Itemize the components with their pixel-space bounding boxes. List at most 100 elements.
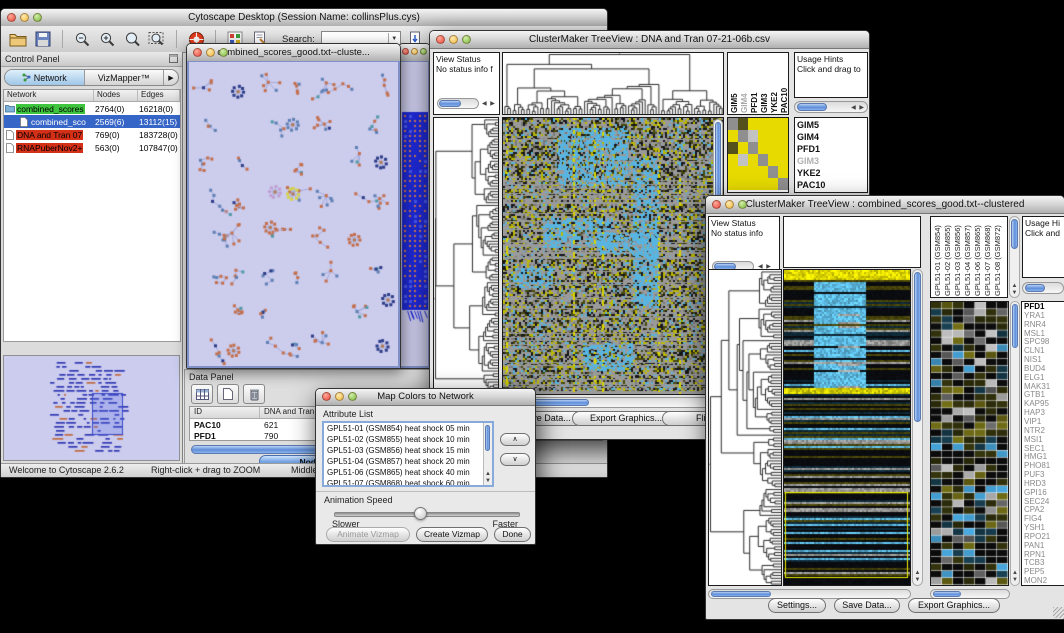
close-icon[interactable] [193,48,202,57]
zoom-cell[interactable] [778,178,788,190]
zoom-cell[interactable] [778,142,788,154]
treeview-combined-titlebar[interactable]: ClusterMaker TreeView : combined_scores_… [706,196,1064,214]
close-icon[interactable] [436,35,445,44]
move-up-button[interactable]: ∧ [500,433,530,446]
row-label[interactable]: YKE2 [795,167,867,179]
attribute-item[interactable]: GPL51-07 (GSM868) heat shock 60 min [324,478,492,487]
scroll-down-icon[interactable]: ▼ [1011,577,1019,583]
zoom-h-scrollbar[interactable] [1022,282,1064,294]
network-canvas[interactable] [189,62,400,367]
tab-vizmapper[interactable]: VizMapper™ [85,70,165,85]
close-icon[interactable] [712,200,721,209]
row-label[interactable]: GIM3 [795,155,867,167]
global-heatmap[interactable] [783,269,911,586]
zoom-cell[interactable] [758,178,768,190]
zoom-v-scrollbar[interactable]: ▲ ▼ [1010,301,1020,586]
save-data-button[interactable]: Save Data... [834,598,900,613]
collabel-v-scrollbar[interactable]: ▲ ▼ [1009,216,1020,298]
attribute-item[interactable]: GPL51-06 (GSM865) heat shock 40 min [324,467,492,478]
delete-attribute-icon[interactable] [243,384,265,404]
zoom-cell[interactable] [728,154,738,166]
settings-button[interactable]: Settings... [768,598,826,613]
zoom-in-icon[interactable] [96,29,118,50]
zoom-cell[interactable] [738,166,748,178]
zoom-window-icon[interactable] [219,48,228,57]
create-vizmap-button[interactable]: Create Vizmap [416,527,488,542]
zoom-cell[interactable] [778,118,788,130]
zoom-cell[interactable] [738,154,748,166]
scroll-down-icon[interactable]: ▼ [913,577,922,583]
done-button[interactable]: Done [494,527,531,542]
scroll-up-icon[interactable]: ▲ [484,471,492,477]
dialog-titlebar[interactable]: Map Colors to Network [316,389,535,406]
zoom-window-icon[interactable] [33,13,42,22]
tabs-overflow-arrow-icon[interactable]: ▶ [164,70,178,85]
zoom-cell[interactable] [758,130,768,142]
zoom-cell[interactable] [768,118,778,130]
network2-canvas[interactable] [401,62,430,367]
zoom-window-icon[interactable] [462,35,471,44]
attribute-item[interactable]: GPL51-03 (GSM856) heat shock 15 min [324,445,492,456]
zoom-cell[interactable] [768,166,778,178]
float-panel-icon[interactable] [169,54,178,65]
attribute-item[interactable]: GPL51-01 (GSM854) heat shock 05 min [324,423,492,434]
scroll-arrows-icon[interactable]: ◀ ▶ [851,104,865,111]
row-label[interactable]: MON2 [1022,577,1064,586]
move-down-button[interactable]: ∨ [500,453,530,466]
zoom-out-icon[interactable] [71,29,93,50]
attribute-item[interactable]: GPL51-04 (GSM857) heat shock 20 min [324,456,492,467]
speed-slider-thumb[interactable] [414,507,427,520]
minimize-icon[interactable] [206,48,215,57]
column-dendrogram[interactable] [502,52,724,115]
zoom-cell[interactable] [768,178,778,190]
scroll-up-icon[interactable]: ▲ [1010,283,1019,289]
zoom-cell[interactable] [738,142,748,154]
column-dendrogram[interactable] [783,216,921,268]
zoom-cell[interactable] [748,154,758,166]
network-view-titlebar[interactable]: combined_scores_good.txt--cluste... [187,44,400,62]
speed-slider-track[interactable] [334,512,520,517]
status-scrollbar[interactable] [437,98,479,109]
minimize-icon[interactable] [725,200,734,209]
network-row[interactable]: DNA and Tran 07769(0)183728(0) [4,128,180,141]
zoom-cell[interactable] [768,142,778,154]
zoom-cell[interactable] [768,130,778,142]
zoom-fit-icon[interactable] [146,29,168,50]
attribute-item[interactable]: GPL51-02 (GSM855) heat shock 10 min [324,434,492,445]
zoom-cell[interactable] [758,166,768,178]
treeview-dna-titlebar[interactable]: ClusterMaker TreeView : DNA and Tran 07-… [430,31,869,49]
list-scrollbar[interactable]: ▲ ▼ [483,423,492,485]
export-graphics-button[interactable]: Export Graphics... [908,598,1000,613]
network-row[interactable]: RNAPuberNov2+563(0)107847(0) [4,141,180,154]
minimize-icon[interactable] [335,392,344,401]
minimize-icon[interactable] [20,13,29,22]
zoom-cell[interactable] [778,154,788,166]
row-label[interactable]: GIM4 [795,131,867,143]
zoom-cell[interactable] [748,142,758,154]
zoom-heatmap[interactable] [727,117,789,193]
global-heatmap[interactable] [502,117,724,395]
network-row[interactable]: combined_sco2569(6)13112(15) [4,115,180,128]
attribute-table-icon[interactable] [191,384,213,404]
zoom-cell[interactable] [728,130,738,142]
zoom-cell[interactable] [728,142,738,154]
scroll-down-icon[interactable]: ▼ [484,478,492,484]
network-row[interactable]: combined_scores2764(0)16218(0) [4,102,180,115]
zoom-cell[interactable] [728,178,738,190]
row-label[interactable]: PAC10 [795,179,867,191]
tab-network[interactable]: Network [5,70,85,85]
resize-grip[interactable] [1053,607,1064,618]
network2-titlebar[interactable] [399,44,430,62]
zoom-window-icon[interactable] [348,392,357,401]
zoom-cell[interactable] [738,118,748,130]
zoom-cell[interactable] [778,166,788,178]
zoom-cell[interactable] [758,118,768,130]
close-icon[interactable] [7,13,16,22]
row-label[interactable]: PFD1 [795,143,867,155]
zoom-h-scrollbar[interactable]: ◀ ▶ [794,101,868,113]
new-attribute-icon[interactable] [217,384,239,404]
main-titlebar[interactable]: Cytoscape Desktop (Session Name: collins… [1,9,607,27]
zoom-cell[interactable] [748,166,758,178]
scroll-down-icon[interactable]: ▼ [1010,290,1019,296]
zoom-cell[interactable] [738,178,748,190]
